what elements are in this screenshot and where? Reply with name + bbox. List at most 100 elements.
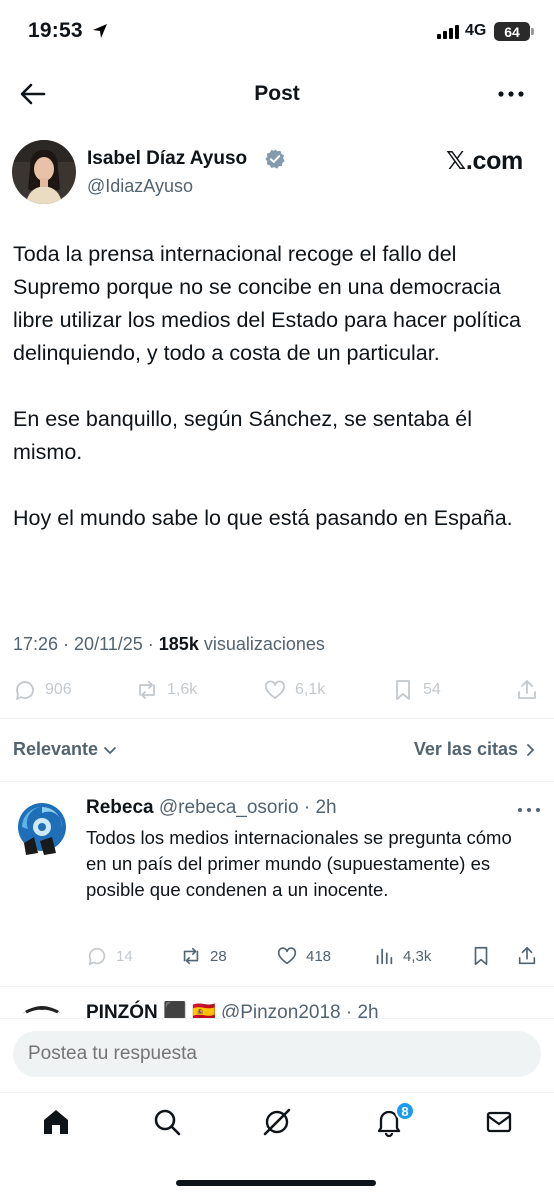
author-avatar[interactable]	[12, 140, 76, 204]
grok-icon	[263, 1108, 291, 1136]
repost-button[interactable]: 28	[180, 945, 227, 967]
views-count: 185k	[158, 634, 199, 654]
views-count: 4,3k	[403, 947, 432, 965]
repost-icon	[183, 947, 199, 965]
status-bar: 19:53 4G 64	[0, 0, 554, 62]
post-date: 20/11/25	[74, 634, 143, 654]
heart-icon	[277, 947, 297, 965]
like-count: 418	[306, 947, 332, 965]
reply-icon	[88, 947, 106, 966]
reply-button[interactable]: 14	[86, 945, 133, 967]
divider	[0, 986, 554, 987]
post-meta: 17:26 · 20/11/25 · 185k visualizaciones	[13, 634, 325, 654]
view-quotes-label: Ver las citas	[413, 739, 518, 759]
share-icon	[518, 680, 536, 699]
reply-header: Rebeca @rebeca_osorio · 2h	[86, 797, 337, 819]
analytics-icon	[376, 948, 393, 965]
share-icon	[518, 946, 536, 965]
heart-icon	[265, 680, 285, 699]
post-paragraph: Hoy el mundo sabe lo que está pasando en…	[13, 506, 513, 530]
share-button[interactable]	[515, 678, 539, 702]
nav-header: Post	[0, 68, 554, 120]
like-button[interactable]: 6,1k	[263, 678, 325, 702]
author-handle[interactable]: @IdiazAyuso	[87, 176, 193, 197]
source-label: 𝕏.com	[446, 147, 523, 175]
bottom-tab-bar: 8	[0, 1092, 554, 1154]
author-row: Isabel Díaz Ayuso @IdiazAyuso 𝕏.com	[12, 138, 542, 208]
views-label: visualizaciones	[203, 634, 325, 654]
notification-badge: 8	[395, 1101, 415, 1121]
post-actions: 906 1,6k 6,1k 54	[13, 678, 541, 710]
location-arrow-icon	[93, 24, 107, 38]
more-horizontal-icon[interactable]	[516, 803, 542, 817]
tab-search[interactable]	[152, 1107, 182, 1137]
battery-tip	[531, 28, 534, 35]
reply-count: 14	[116, 947, 133, 965]
compose-bar	[0, 1018, 554, 1092]
signal-bars-icon	[437, 24, 459, 39]
reply-author-name[interactable]: PINZÓN	[86, 1002, 158, 1018]
reply-item[interactable]: Rebeca @rebeca_osorio · 2h Todos los med…	[0, 797, 554, 977]
reply-header: PINZÓN ⬛ 🇪🇸 @Pinzon2018 · 2h	[86, 1000, 379, 1018]
view-quotes-link[interactable]: Ver las citas	[414, 739, 538, 760]
reply-author-handle[interactable]: @Pinzon2018	[221, 1002, 341, 1018]
chevron-down-icon	[104, 746, 116, 754]
reply-avatar-image	[10, 797, 74, 861]
reply-item[interactable]: PINZÓN ⬛ 🇪🇸 @Pinzon2018 · 2h	[0, 1000, 554, 1018]
tab-grok[interactable]	[262, 1107, 292, 1137]
post-body: Toda la prensa internacional recoge el f…	[13, 238, 541, 568]
status-time: 19:53	[28, 19, 83, 42]
post-paragraph: Toda la prensa internacional recoge el f…	[13, 242, 521, 365]
reply-time: 2h	[357, 1002, 379, 1018]
verified-badge-icon	[265, 149, 285, 169]
bookmark-count: 54	[423, 681, 441, 698]
reply-avatar[interactable]	[10, 797, 74, 861]
like-button[interactable]: 418	[276, 945, 331, 967]
author-avatar-image	[12, 140, 76, 204]
divider	[0, 781, 554, 782]
divider	[0, 718, 554, 719]
battery-icon: 64	[494, 22, 530, 41]
reply-avatar[interactable]	[12, 1000, 72, 1018]
network-type: 4G	[465, 22, 487, 39]
reply-avatar-image	[12, 1000, 72, 1018]
bookmark-button[interactable]	[470, 945, 492, 967]
post-time: 17:26	[13, 634, 59, 654]
bookmark-icon	[474, 946, 488, 966]
home-icon	[44, 1110, 68, 1134]
page-title: Post	[254, 82, 300, 105]
more-horizontal-icon[interactable]	[496, 80, 526, 108]
reply-author-handle[interactable]: @rebeca_osorio	[159, 797, 299, 818]
repost-icon	[139, 681, 155, 699]
separator-dot: ·	[298, 797, 316, 818]
reply-author-flags: ⬛ 🇪🇸	[163, 1002, 216, 1018]
reply-time: 2h	[315, 797, 337, 818]
search-icon	[154, 1109, 181, 1136]
reply-button[interactable]: 906	[13, 678, 72, 702]
separator-dot: ·	[340, 1002, 358, 1018]
post-paragraph: En ese banquillo, según Sánchez, se sent…	[13, 407, 472, 464]
chevron-right-icon	[527, 743, 535, 756]
reply-icon	[16, 681, 34, 700]
home-indicator	[176, 1180, 376, 1186]
reply-actions: 14 28 418 4,3k	[86, 945, 540, 969]
bookmark-button[interactable]: 54	[391, 678, 441, 702]
bookmark-icon	[396, 680, 410, 700]
repost-button[interactable]: 1,6k	[135, 678, 197, 702]
replies-sort-row: Relevante Ver las citas	[0, 726, 554, 774]
reply-text: Todos los medios internacionales se preg…	[86, 827, 512, 900]
reply-author-name[interactable]: Rebeca	[86, 797, 154, 818]
author-name[interactable]: Isabel Díaz Ayuso	[87, 148, 247, 170]
share-button[interactable]	[516, 945, 538, 967]
reply-count: 906	[45, 681, 72, 698]
tab-messages[interactable]	[484, 1107, 514, 1137]
like-count: 6,1k	[295, 681, 326, 698]
repost-count: 28	[210, 947, 227, 965]
mail-icon	[486, 1111, 512, 1133]
tab-home[interactable]	[41, 1107, 71, 1137]
repost-count: 1,6k	[167, 681, 198, 698]
sort-dropdown[interactable]: Relevante	[13, 739, 118, 760]
sort-label: Relevante	[13, 739, 99, 759]
reply-input[interactable]	[13, 1031, 541, 1077]
views-button[interactable]: 4,3k	[373, 945, 431, 967]
